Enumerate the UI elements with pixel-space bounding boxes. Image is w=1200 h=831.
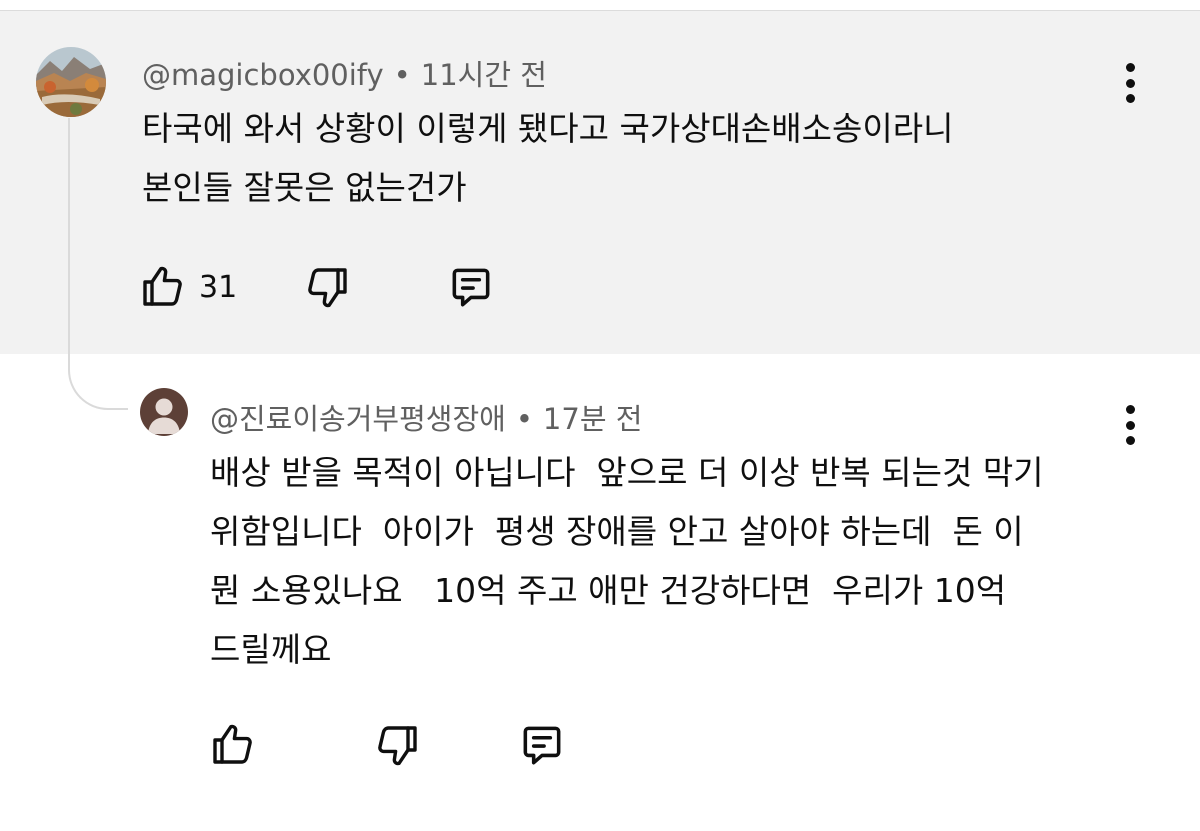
more-vert-icon[interactable] [1122,63,1138,103]
reply-icon[interactable] [446,262,496,312]
separator-dot: • [393,58,411,92]
comment-author[interactable]: @진료이송거부평생장애 [210,402,506,436]
comment-text-line: 타국에 와서 상황이 이렇게 됐다고 국가상대손배소송이라니 [142,109,954,148]
avatar[interactable] [36,47,106,117]
reply-icon[interactable] [517,720,567,770]
comment-text: 타국에 와서 상황이 이렇게 됐다고 국가상대손배소송이라니본인들 잘못은 없는… [142,99,953,217]
comment-text-line: 드릴께요 [210,630,332,669]
avatar[interactable] [140,388,188,436]
dislike-icon[interactable] [374,722,422,770]
comment-text: 배상 받을 목적이 아닙니다 앞으로 더 이상 반복 되는것 막기위함입니다 아… [210,443,1044,679]
thread-connector-line [68,118,128,410]
comment-author[interactable]: @magicbox00ify [142,58,384,92]
comment-time[interactable]: 11시간 전 [421,58,547,92]
comment-header: @magicbox00ify • 11시간 전 [142,52,547,94]
top-divider [0,0,1200,11]
separator-dot: • [515,402,533,436]
comment-header: @진료이송거부평생장애 • 17분 전 [210,396,642,438]
like-icon[interactable] [208,720,256,768]
comment-text-line: 위함입니다 아이가 평생 장애를 안고 살아야 하는데 돈 이 [210,512,1024,551]
dislike-icon[interactable] [304,264,352,312]
more-vert-icon[interactable] [1122,405,1138,445]
comment-text-line: 본인들 잘못은 없는건가 [142,168,467,207]
like-count: 31 [199,270,238,305]
comment-text-line: 배상 받을 목적이 아닙니다 앞으로 더 이상 반복 되는것 막기 [210,453,1044,492]
landscape-photo-avatar-icon [36,47,106,117]
comment-text-line: 뭔 소용있나요 10억 주고 애만 건강하다면 우리가 10억 [210,571,1007,610]
default-person-avatar-icon [140,388,188,436]
like-icon[interactable] [138,262,186,310]
comment-time[interactable]: 17분 전 [543,402,642,436]
